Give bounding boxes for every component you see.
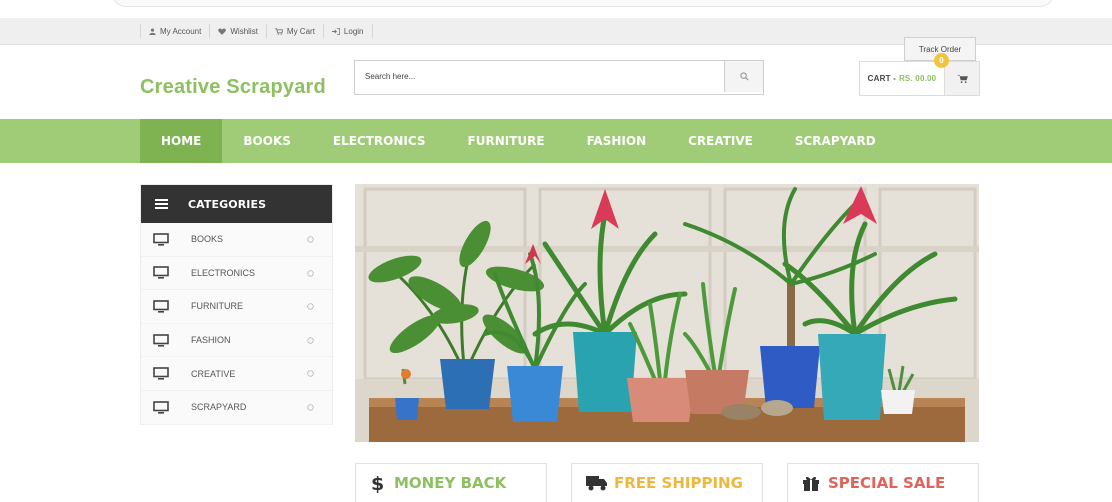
account-links: My Account Wishlist My Cart Login	[140, 18, 373, 44]
top-bar: My Account Wishlist My Cart Login Track …	[0, 18, 1112, 61]
cart-amount: RS. 00.00	[898, 74, 937, 83]
cart-count-badge: 0	[934, 53, 949, 68]
nav-list: HOME BOOKS ELECTRONICS FURNITURE FASHION…	[140, 119, 897, 163]
special-sale-label: SPECIAL SALE	[828, 474, 946, 492]
category-list: BOOKS ELECTRONICS FURNITURE FASHION CREA…	[141, 223, 332, 425]
categories-panel: CATEGORIES BOOKS ELECTRONICS FURNITURE F…	[140, 184, 333, 425]
categories-title: CATEGORIES	[188, 197, 267, 211]
special-sale-feature: SPECIAL SALE	[787, 463, 979, 502]
category-label: SCRAPYARD	[191, 402, 247, 413]
my-account-label: My Account	[160, 26, 202, 36]
category-item-furniture[interactable]: FURNITURE	[141, 290, 332, 324]
category-label: CREATIVE	[191, 368, 236, 379]
monitor-icon	[153, 266, 169, 279]
nav-fashion[interactable]: FASHION	[566, 119, 668, 163]
search-button[interactable]	[724, 61, 763, 92]
category-label: ELECTRONICS	[191, 267, 256, 278]
category-label: BOOKS	[191, 234, 224, 245]
chevron-right-icon	[307, 370, 314, 378]
features-row: $ MONEY BACK FREE SHIPPING SPECIAL SALE	[355, 463, 979, 502]
chevron-right-icon	[307, 303, 314, 310]
cart-icon-button[interactable]	[944, 62, 979, 95]
nav-electronics[interactable]: ELECTRONICS	[312, 119, 447, 163]
user-icon	[149, 27, 156, 35]
categories-header[interactable]: CATEGORIES	[141, 185, 332, 223]
chevron-right-icon	[307, 236, 314, 243]
login-icon	[331, 27, 340, 35]
my-cart-label: My Cart	[286, 26, 315, 36]
monitor-icon	[153, 400, 169, 414]
potted-plants-image	[355, 184, 979, 442]
nav-home[interactable]: HOME	[140, 119, 223, 163]
cart-widget[interactable]: CART - RS. 00.00	[859, 61, 980, 96]
nav-furniture[interactable]: FURNITURE	[447, 119, 566, 163]
search-input[interactable]	[355, 61, 723, 92]
cart-icon	[274, 27, 283, 35]
my-cart-link[interactable]: My Cart	[267, 24, 324, 38]
chevron-right-icon	[307, 404, 314, 411]
truck-icon	[586, 476, 607, 491]
nav-books[interactable]: BOOKS	[222, 119, 312, 163]
shopping-cart-icon	[956, 74, 968, 83]
svg-text:$: $	[371, 473, 384, 493]
gift-icon	[803, 476, 819, 491]
dollar-icon: $	[371, 473, 384, 493]
nav-scrapyard[interactable]: SCRAPYARD	[774, 119, 897, 163]
hero-banner[interactable]	[355, 184, 979, 442]
monitor-icon	[153, 333, 169, 347]
cart-label: CART -	[867, 74, 896, 83]
search-icon	[739, 72, 749, 81]
free-shipping-feature: FREE SHIPPING	[571, 463, 763, 502]
free-shipping-label: FREE SHIPPING	[614, 474, 743, 492]
site-logo[interactable]: Creative Scrapyard	[140, 76, 326, 99]
wishlist-link[interactable]: Wishlist	[210, 24, 267, 38]
monitor-icon	[153, 300, 169, 313]
hamburger-icon	[155, 199, 168, 209]
category-item-electronics[interactable]: ELECTRONICS	[141, 257, 332, 291]
login-label: Login	[343, 26, 364, 36]
wishlist-label: Wishlist	[230, 26, 258, 36]
chevron-right-icon	[307, 269, 314, 277]
category-item-books[interactable]: BOOKS	[141, 223, 332, 257]
category-label: FASHION	[191, 335, 231, 346]
category-item-fashion[interactable]: FASHION	[141, 324, 332, 358]
heart-icon	[218, 28, 227, 35]
money-back-label: MONEY BACK	[394, 474, 507, 492]
search-box	[354, 60, 764, 95]
category-item-scrapyard[interactable]: SCRAPYARD	[141, 391, 332, 425]
category-label: FURNITURE	[191, 301, 243, 312]
monitor-icon	[153, 367, 169, 380]
cart-summary: CART - RS. 00.00	[860, 62, 944, 95]
money-back-feature: $ MONEY BACK	[355, 463, 547, 502]
login-link[interactable]: Login	[324, 24, 373, 38]
address-bar-edge	[112, 0, 1054, 7]
nav-creative[interactable]: CREATIVE	[667, 119, 774, 163]
monitor-icon	[153, 232, 169, 246]
browser-chrome	[0, 0, 1112, 18]
main-navigation: HOME BOOKS ELECTRONICS FURNITURE FASHION…	[0, 119, 1112, 163]
category-item-creative[interactable]: CREATIVE	[141, 357, 332, 391]
chevron-right-icon	[307, 337, 314, 344]
my-account-link[interactable]: My Account	[140, 24, 211, 38]
